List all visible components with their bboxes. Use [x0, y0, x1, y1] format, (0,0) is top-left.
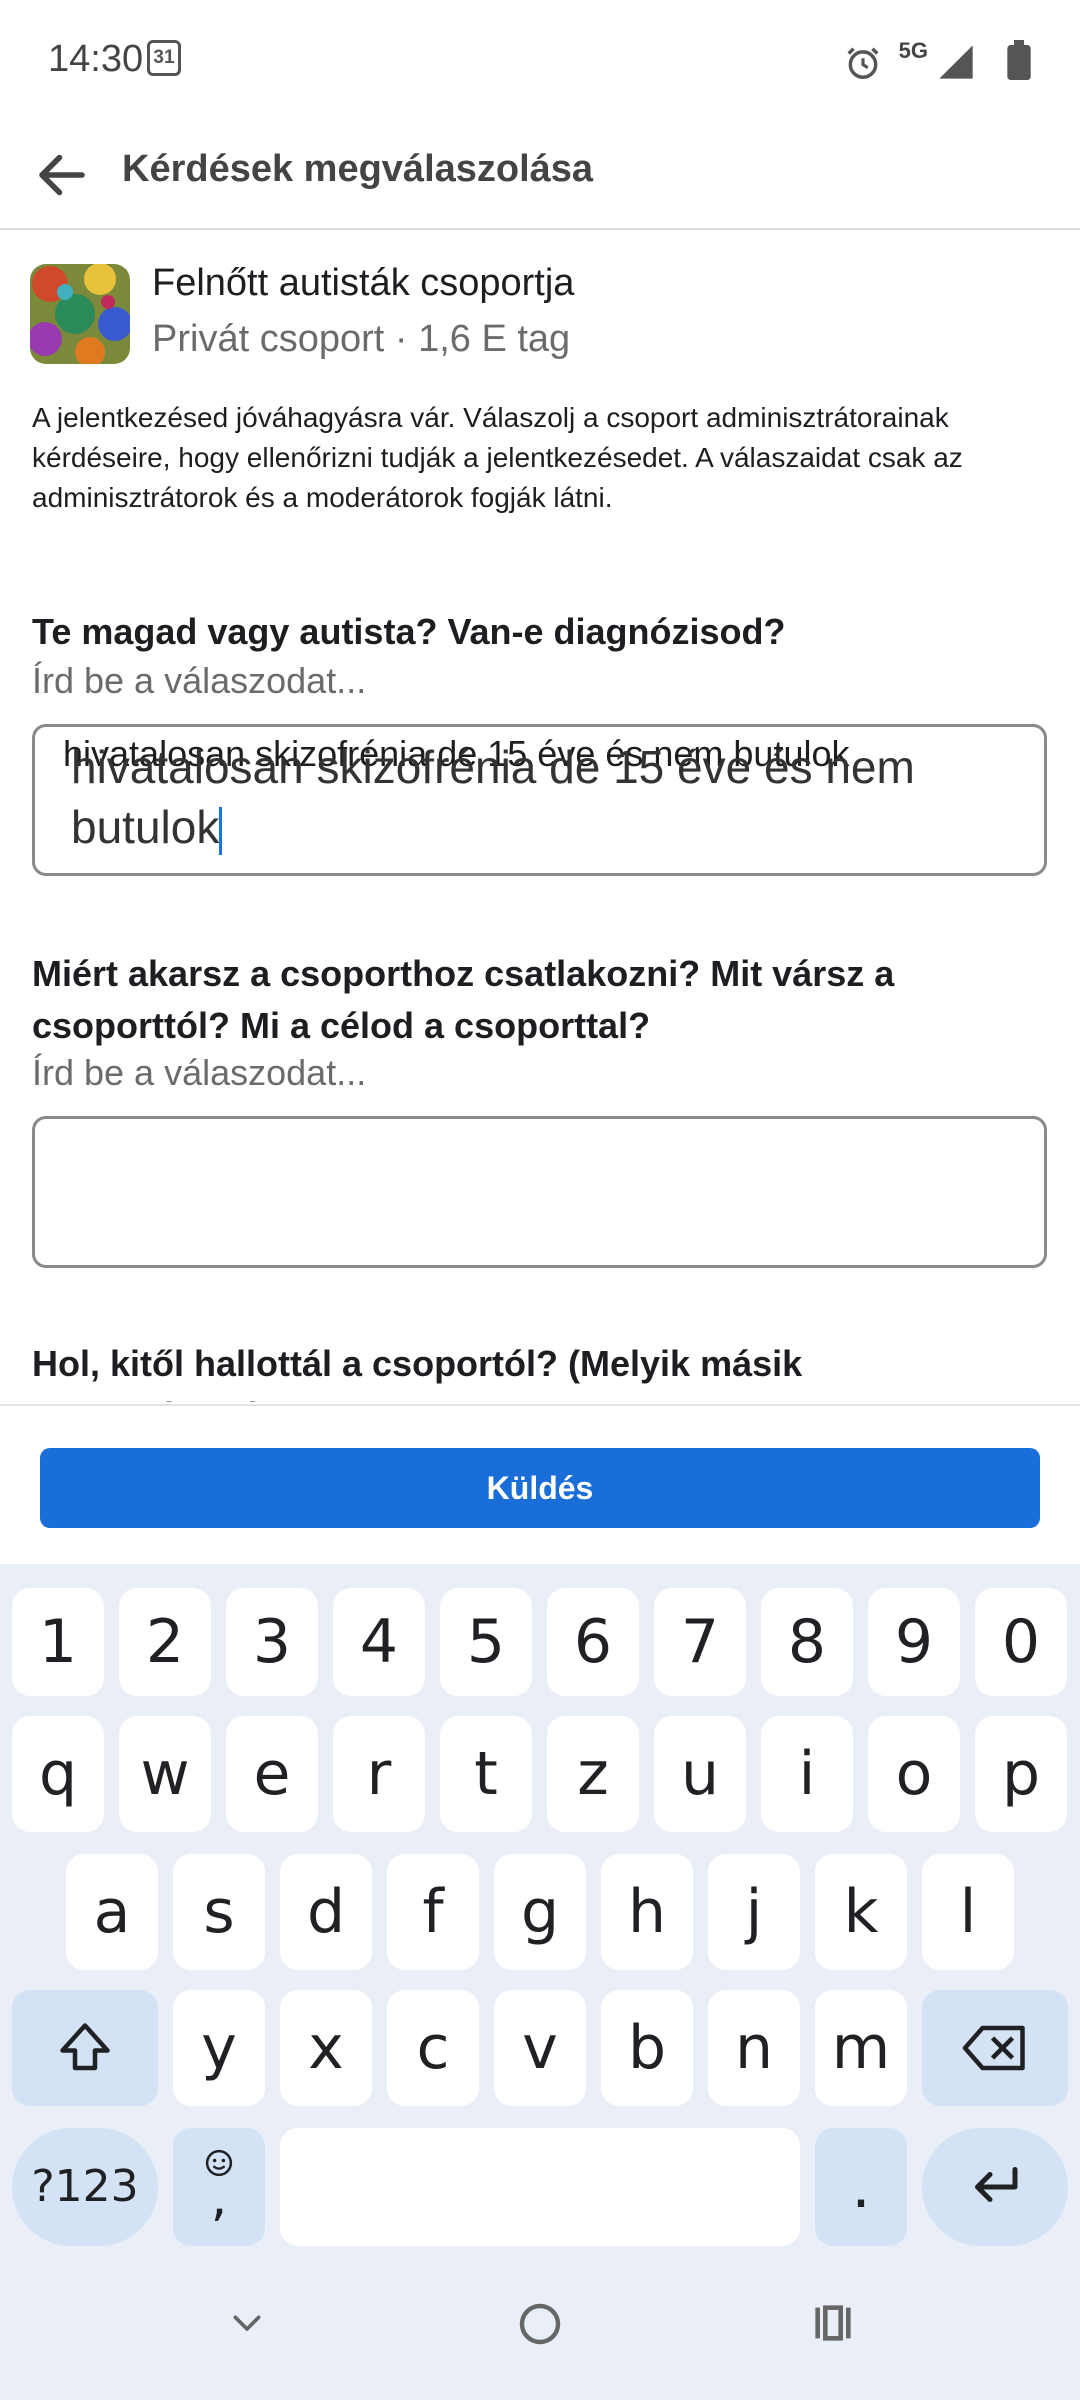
nav-recents-icon[interactable]	[810, 2300, 856, 2346]
nav-home-icon[interactable]	[516, 2300, 564, 2348]
key-l[interactable]: l	[922, 1854, 1014, 1970]
backspace-key[interactable]	[922, 1990, 1068, 2106]
key-y[interactable]: y	[173, 1990, 265, 2106]
enter-icon	[975, 2167, 1018, 2202]
key-h[interactable]: h	[601, 1854, 693, 1970]
key-8[interactable]: 8	[761, 1588, 853, 1696]
key-t[interactable]: t	[440, 1716, 532, 1832]
group-avatar	[30, 264, 130, 364]
group-name[interactable]: Felnőtt autisták csoportja	[152, 262, 574, 305]
navigation-bar	[0, 2250, 1080, 2400]
period-key[interactable]: .	[815, 2128, 907, 2246]
key-0[interactable]: 0	[975, 1588, 1067, 1696]
key-w[interactable]: w	[119, 1716, 211, 1832]
answer-hint-1: Írd be a válaszodat...	[32, 660, 367, 701]
shift-icon	[60, 2023, 110, 2071]
shift-key[interactable]	[12, 1990, 158, 2106]
key-n[interactable]: n	[708, 1990, 800, 2106]
comma-label: ,	[210, 2168, 228, 2228]
key-p[interactable]: p	[975, 1716, 1067, 1832]
key-v[interactable]: v	[494, 1990, 586, 2106]
key-s[interactable]: s	[173, 1854, 265, 1970]
symbols-key[interactable]: ?123	[12, 2128, 158, 2246]
answer-value-text: hivatalosan skizofrénia de 15 éve és nem…	[71, 741, 915, 853]
backspace-icon	[962, 2025, 1025, 2071]
group-meta: Privát csoport · 1,6 E tag	[152, 318, 571, 360]
question-1: Te magad vagy autista? Van-e diagnózisod…	[32, 611, 786, 652]
send-area: Küldés	[0, 1404, 1080, 1566]
key-r[interactable]: r	[333, 1716, 425, 1832]
nav-hide-keyboard-icon[interactable]	[222, 2304, 272, 2344]
key-f[interactable]: f	[387, 1854, 479, 1970]
app-header: Kérdések megválaszolása	[0, 120, 1080, 230]
key-u[interactable]: u	[654, 1716, 746, 1832]
key-6[interactable]: 6	[547, 1588, 639, 1696]
answer-field-2[interactable]	[32, 1116, 1047, 1268]
key-z[interactable]: z	[547, 1716, 639, 1832]
key-3[interactable]: 3	[226, 1588, 318, 1696]
key-5[interactable]: 5	[440, 1588, 532, 1696]
main-content[interactable]: Felnőtt autisták csoportja Privát csopor…	[0, 232, 1080, 1402]
key-e[interactable]: e	[226, 1716, 318, 1832]
key-d[interactable]: d	[280, 1854, 372, 1970]
question-2: Miért akarsz a csoporthoz csatlakozni? M…	[32, 953, 895, 1046]
key-j[interactable]: j	[708, 1854, 800, 1970]
answer-hint-2: Írd be a válaszodat...	[32, 1052, 367, 1093]
key-9[interactable]: 9	[868, 1588, 960, 1696]
back-arrow-icon[interactable]	[32, 145, 92, 205]
emoji-comma-key[interactable]: ,	[173, 2128, 265, 2246]
key-o[interactable]: o	[868, 1716, 960, 1832]
key-c[interactable]: c	[387, 1990, 479, 2106]
page-title: Kérdések megválaszolása	[122, 148, 594, 190]
key-a[interactable]: a	[66, 1854, 158, 1970]
space-key[interactable]	[280, 2128, 800, 2246]
battery-icon	[1007, 40, 1031, 80]
key-7[interactable]: 7	[654, 1588, 746, 1696]
answer-value-1: hivatalosan skizofrénia de 15 éve és nem…	[71, 737, 1001, 857]
key-x[interactable]: x	[280, 1990, 372, 2106]
text-caret	[219, 806, 223, 855]
answer-field-1[interactable]: hivatalosan skizofrénia de 15 éve és nem…	[32, 724, 1047, 876]
calendar-icon: 31	[147, 40, 181, 76]
status-time: 14:30	[48, 38, 144, 80]
pending-notice: A jelentkezésed jóváhagyásra vár. Válasz…	[32, 402, 963, 513]
key-g[interactable]: g	[494, 1854, 586, 1970]
key-2[interactable]: 2	[119, 1588, 211, 1696]
key-b[interactable]: b	[601, 1990, 693, 2106]
key-m[interactable]: m	[815, 1990, 907, 2106]
send-button[interactable]: Küldés	[40, 1448, 1040, 1528]
key-q[interactable]: q	[12, 1716, 104, 1832]
question-3: Hol, kitől hallottál a csoportól? (Melyi…	[32, 1343, 803, 1402]
status-bar: 14:30 31 5G	[0, 0, 1080, 120]
enter-key[interactable]	[922, 2128, 1068, 2246]
key-4[interactable]: 4	[333, 1588, 425, 1696]
key-i[interactable]: i	[761, 1716, 853, 1832]
alarm-icon	[847, 47, 879, 79]
key-k[interactable]: k	[815, 1854, 907, 1970]
network-type: 5G	[898, 38, 928, 63]
key-1[interactable]: 1	[12, 1588, 104, 1696]
signal-icon	[939, 45, 973, 79]
status-icons: 5G	[812, 38, 1032, 82]
